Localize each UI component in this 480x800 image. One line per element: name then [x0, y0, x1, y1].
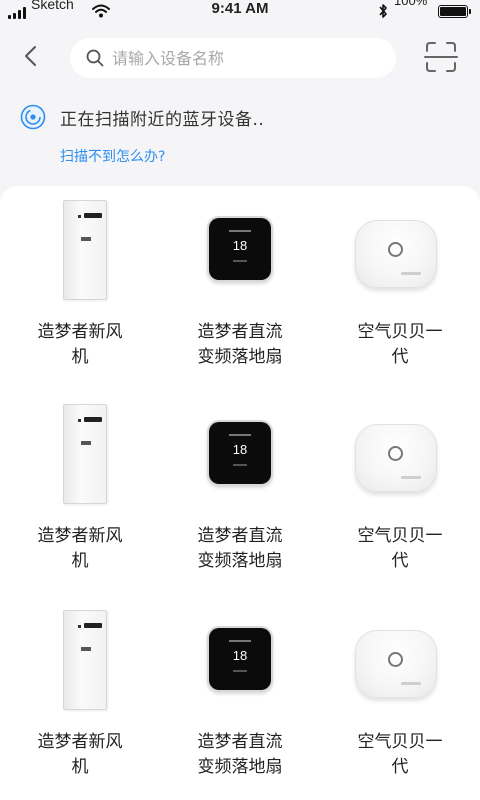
radar-scan-icon	[20, 104, 46, 130]
device-name: 造梦者新风机	[37, 732, 123, 777]
device-name: 造梦者直流变频落地扇	[197, 732, 283, 777]
air-sensor-image	[320, 200, 480, 320]
thermostat-image: 18	[160, 404, 320, 524]
scan-status: 正在扫描附近的蓝牙设备..	[20, 104, 264, 130]
device-name: 造梦者直流变频落地扇	[197, 526, 283, 571]
thermostat-display: 18	[232, 442, 248, 457]
device-item[interactable]: 18 造梦者直流变频落地扇	[160, 404, 320, 574]
search-icon	[86, 49, 104, 67]
bluetooth-icon	[379, 4, 387, 18]
device-item[interactable]: 造梦者新风机	[0, 610, 160, 780]
status-bar: Sketch 9:41 AM 100%	[0, 0, 480, 22]
ventilator-image	[0, 610, 160, 730]
device-item[interactable]: 18 造梦者直流变频落地扇	[160, 200, 320, 370]
chevron-left-icon	[25, 46, 36, 66]
thermostat-image: 18	[160, 610, 320, 730]
search-input[interactable]	[112, 48, 372, 68]
device-item[interactable]: 造梦者新风机	[0, 404, 160, 574]
qr-scan-icon[interactable]	[424, 40, 458, 74]
back-button[interactable]	[16, 42, 44, 70]
ventilator-image	[0, 200, 160, 320]
device-name: 空气贝贝一代	[357, 322, 443, 367]
air-sensor-image	[320, 610, 480, 730]
device-item[interactable]: 空气贝贝一代	[320, 610, 480, 780]
battery-icon	[438, 5, 471, 18]
device-list-card: 造梦者新风机 18 造梦者直流变频落地扇 空气贝贝一代 造梦者新风机 18 造梦者直流变频落…	[0, 186, 480, 800]
device-name: 造梦者新风机	[37, 526, 123, 571]
thermostat-display: 18	[232, 238, 248, 253]
scan-help-link[interactable]: 扫描不到怎么办?	[60, 146, 165, 166]
thermostat-image: 18	[160, 200, 320, 320]
device-item[interactable]: 造梦者新风机	[0, 200, 160, 370]
scan-status-text: 正在扫描附近的蓝牙设备..	[60, 109, 265, 130]
thermostat-display: 18	[232, 648, 248, 663]
battery-percent: 100%	[394, 0, 428, 8]
device-name: 空气贝贝一代	[357, 732, 443, 777]
ventilator-image	[0, 404, 160, 524]
device-item[interactable]: 空气贝贝一代	[320, 200, 480, 370]
air-sensor-image	[320, 404, 480, 524]
device-name: 空气贝贝一代	[357, 526, 443, 571]
device-item[interactable]: 空气贝贝一代	[320, 404, 480, 574]
device-name: 造梦者直流变频落地扇	[197, 322, 283, 367]
device-scan-screen: Sketch 9:41 AM 100% 请输入设备名称 正在扫描附近的蓝牙设备.…	[0, 0, 480, 800]
device-name: 造梦者新风机	[37, 322, 123, 367]
search-bar[interactable]	[70, 38, 396, 78]
device-item[interactable]: 18 造梦者直流变频落地扇	[160, 610, 320, 780]
